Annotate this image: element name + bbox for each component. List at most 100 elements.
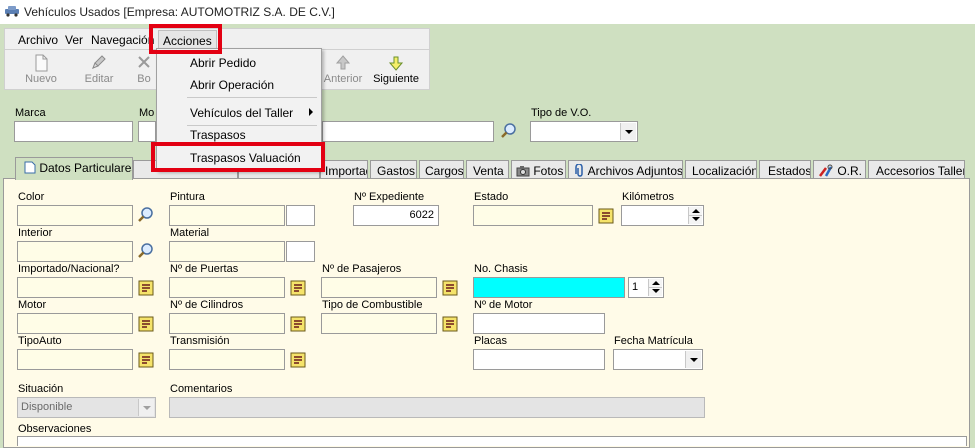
delete-icon [138,56,150,68]
car-icon [5,6,19,17]
expediente-label: Nº Expediente [354,191,425,203]
tab-label: Accesorios Taller [876,164,965,178]
placas-input[interactable] [473,349,605,370]
menu-item-label: Traspasos Valuación [190,151,301,165]
menu-item-vehiculos-taller[interactable]: Vehículos del Taller [157,102,321,122]
menu-archivo[interactable]: Archivo [18,33,58,47]
list-picker-icon[interactable] [290,316,306,332]
situacion-select[interactable]: Disponible [17,397,156,418]
chasis-input[interactable] [473,277,625,298]
cilindros-input[interactable] [169,313,285,334]
tab-estados[interactable]: Estados [759,160,811,180]
tab-importado[interactable]: Importado [320,160,368,180]
modelo-input[interactable] [138,121,156,142]
list-picker-icon[interactable] [442,280,458,296]
chevron-down-icon [620,123,636,140]
nuevo-label: Nuevo [25,73,57,85]
nuevo-button[interactable]: Nuevo [16,52,66,88]
new-document-icon [35,54,48,72]
color-input[interactable] [17,205,133,226]
tab-gastos[interactable]: Gastos [370,160,417,180]
marca-input[interactable] [14,121,133,142]
marca-label: Marca [15,107,46,119]
menu-item-traspasos[interactable]: Traspasos [157,124,321,144]
borrar-label: Bo [137,73,151,85]
window-title: Vehículos Usados [Empresa: AUTOMOTRIZ S.… [24,5,335,19]
fecha-matricula-label: Fecha Matrícula [614,335,693,347]
title-bar: Vehículos Usados [Empresa: AUTOMOTRIZ S.… [0,0,975,24]
borrar-button[interactable]: Bo [131,52,157,88]
acciones-dropdown: Abrir Pedido Abrir Operación Vehículos d… [156,48,322,171]
version-input[interactable] [322,121,494,142]
menu-acciones[interactable]: Acciones [158,30,217,49]
list-picker-icon[interactable] [442,316,458,332]
menu-ver[interactable]: Ver [65,33,83,47]
menu-navegacion[interactable]: Navegación [91,33,154,47]
tab-archivos-adjuntos[interactable]: Archivos Adjuntos [568,160,683,180]
comentarios-input[interactable] [169,397,705,418]
tab-fotos[interactable]: Fotos [511,160,566,180]
pintura-input[interactable] [169,205,285,226]
arrow-up-icon [335,55,351,70]
spinner-icon[interactable] [648,279,662,296]
motor-input[interactable] [17,313,133,334]
interior-label: Interior [18,227,53,239]
pintura-code-input[interactable] [286,205,315,226]
search-icon[interactable] [137,242,155,260]
tab-label: Importado [325,164,367,178]
chevron-down-icon [685,351,701,368]
siguiente-button[interactable]: Siguiente [371,52,421,88]
list-picker-icon[interactable] [138,352,154,368]
search-icon[interactable] [137,206,155,224]
list-picker-icon[interactable] [290,280,306,296]
tab-label: Cargos [425,164,464,178]
observaciones-label: Observaciones [18,423,92,435]
tab-cargos[interactable]: Cargos [419,160,464,180]
tools-icon [819,164,833,177]
anterior-button[interactable]: Anterior [318,52,368,88]
expediente-input[interactable]: 6022 [353,205,439,226]
importado-input[interactable] [17,277,133,298]
editar-button[interactable]: Editar [74,52,124,88]
list-picker-icon[interactable] [138,280,154,296]
material-input[interactable] [169,241,285,262]
list-picker-icon[interactable] [138,316,154,332]
tipo-auto-input[interactable] [17,349,133,370]
search-icon[interactable] [500,122,518,140]
spinner-icon[interactable] [688,207,702,224]
tipo-vo-select[interactable] [530,121,638,142]
puertas-input[interactable] [169,277,285,298]
menu-item-abrir-pedido[interactable]: Abrir Pedido [157,52,321,72]
tab-datos-particulares[interactable]: Datos Particulares [15,157,133,180]
paperclip-icon [575,163,583,177]
interior-input[interactable] [17,241,133,262]
comentarios-label: Comentarios [170,383,233,395]
transmision-input[interactable] [169,349,285,370]
list-picker-icon[interactable] [290,352,306,368]
tab-accesorios-taller[interactable]: Accesorios Taller [868,160,965,180]
menu-item-label: Abrir Pedido [190,56,257,70]
num-motor-input[interactable] [473,313,605,334]
anterior-label: Anterior [323,73,363,85]
menu-item-abrir-operacion[interactable]: Abrir Operación [157,74,321,94]
kilometros-label: Kilómetros [622,191,674,203]
list-picker-icon[interactable] [598,208,614,224]
importado-label: Importado/Nacional? [18,263,120,275]
tab-or[interactable]: O.R. [813,160,866,180]
menu-item-traspasos-valuacion[interactable]: Traspasos Valuación [157,147,321,167]
tab-localizacion[interactable]: Localización [685,160,757,180]
expediente-value: 6022 [409,209,434,221]
material-code-input[interactable] [286,241,315,262]
observaciones-input[interactable] [17,436,967,446]
estado-input[interactable] [473,205,593,226]
menu-separator [187,97,317,98]
pasajeros-label: Nº de Pasajeros [322,263,402,275]
combustible-input[interactable] [321,313,437,334]
editar-label: Editar [84,73,114,85]
kilometros-input[interactable] [621,205,704,226]
tab-venta[interactable]: Venta [466,160,509,180]
chasis-spinner[interactable]: 1 [628,277,664,298]
placas-label: Placas [474,335,508,347]
pasajeros-input[interactable] [321,277,437,298]
fecha-matricula-picker[interactable] [613,349,703,370]
